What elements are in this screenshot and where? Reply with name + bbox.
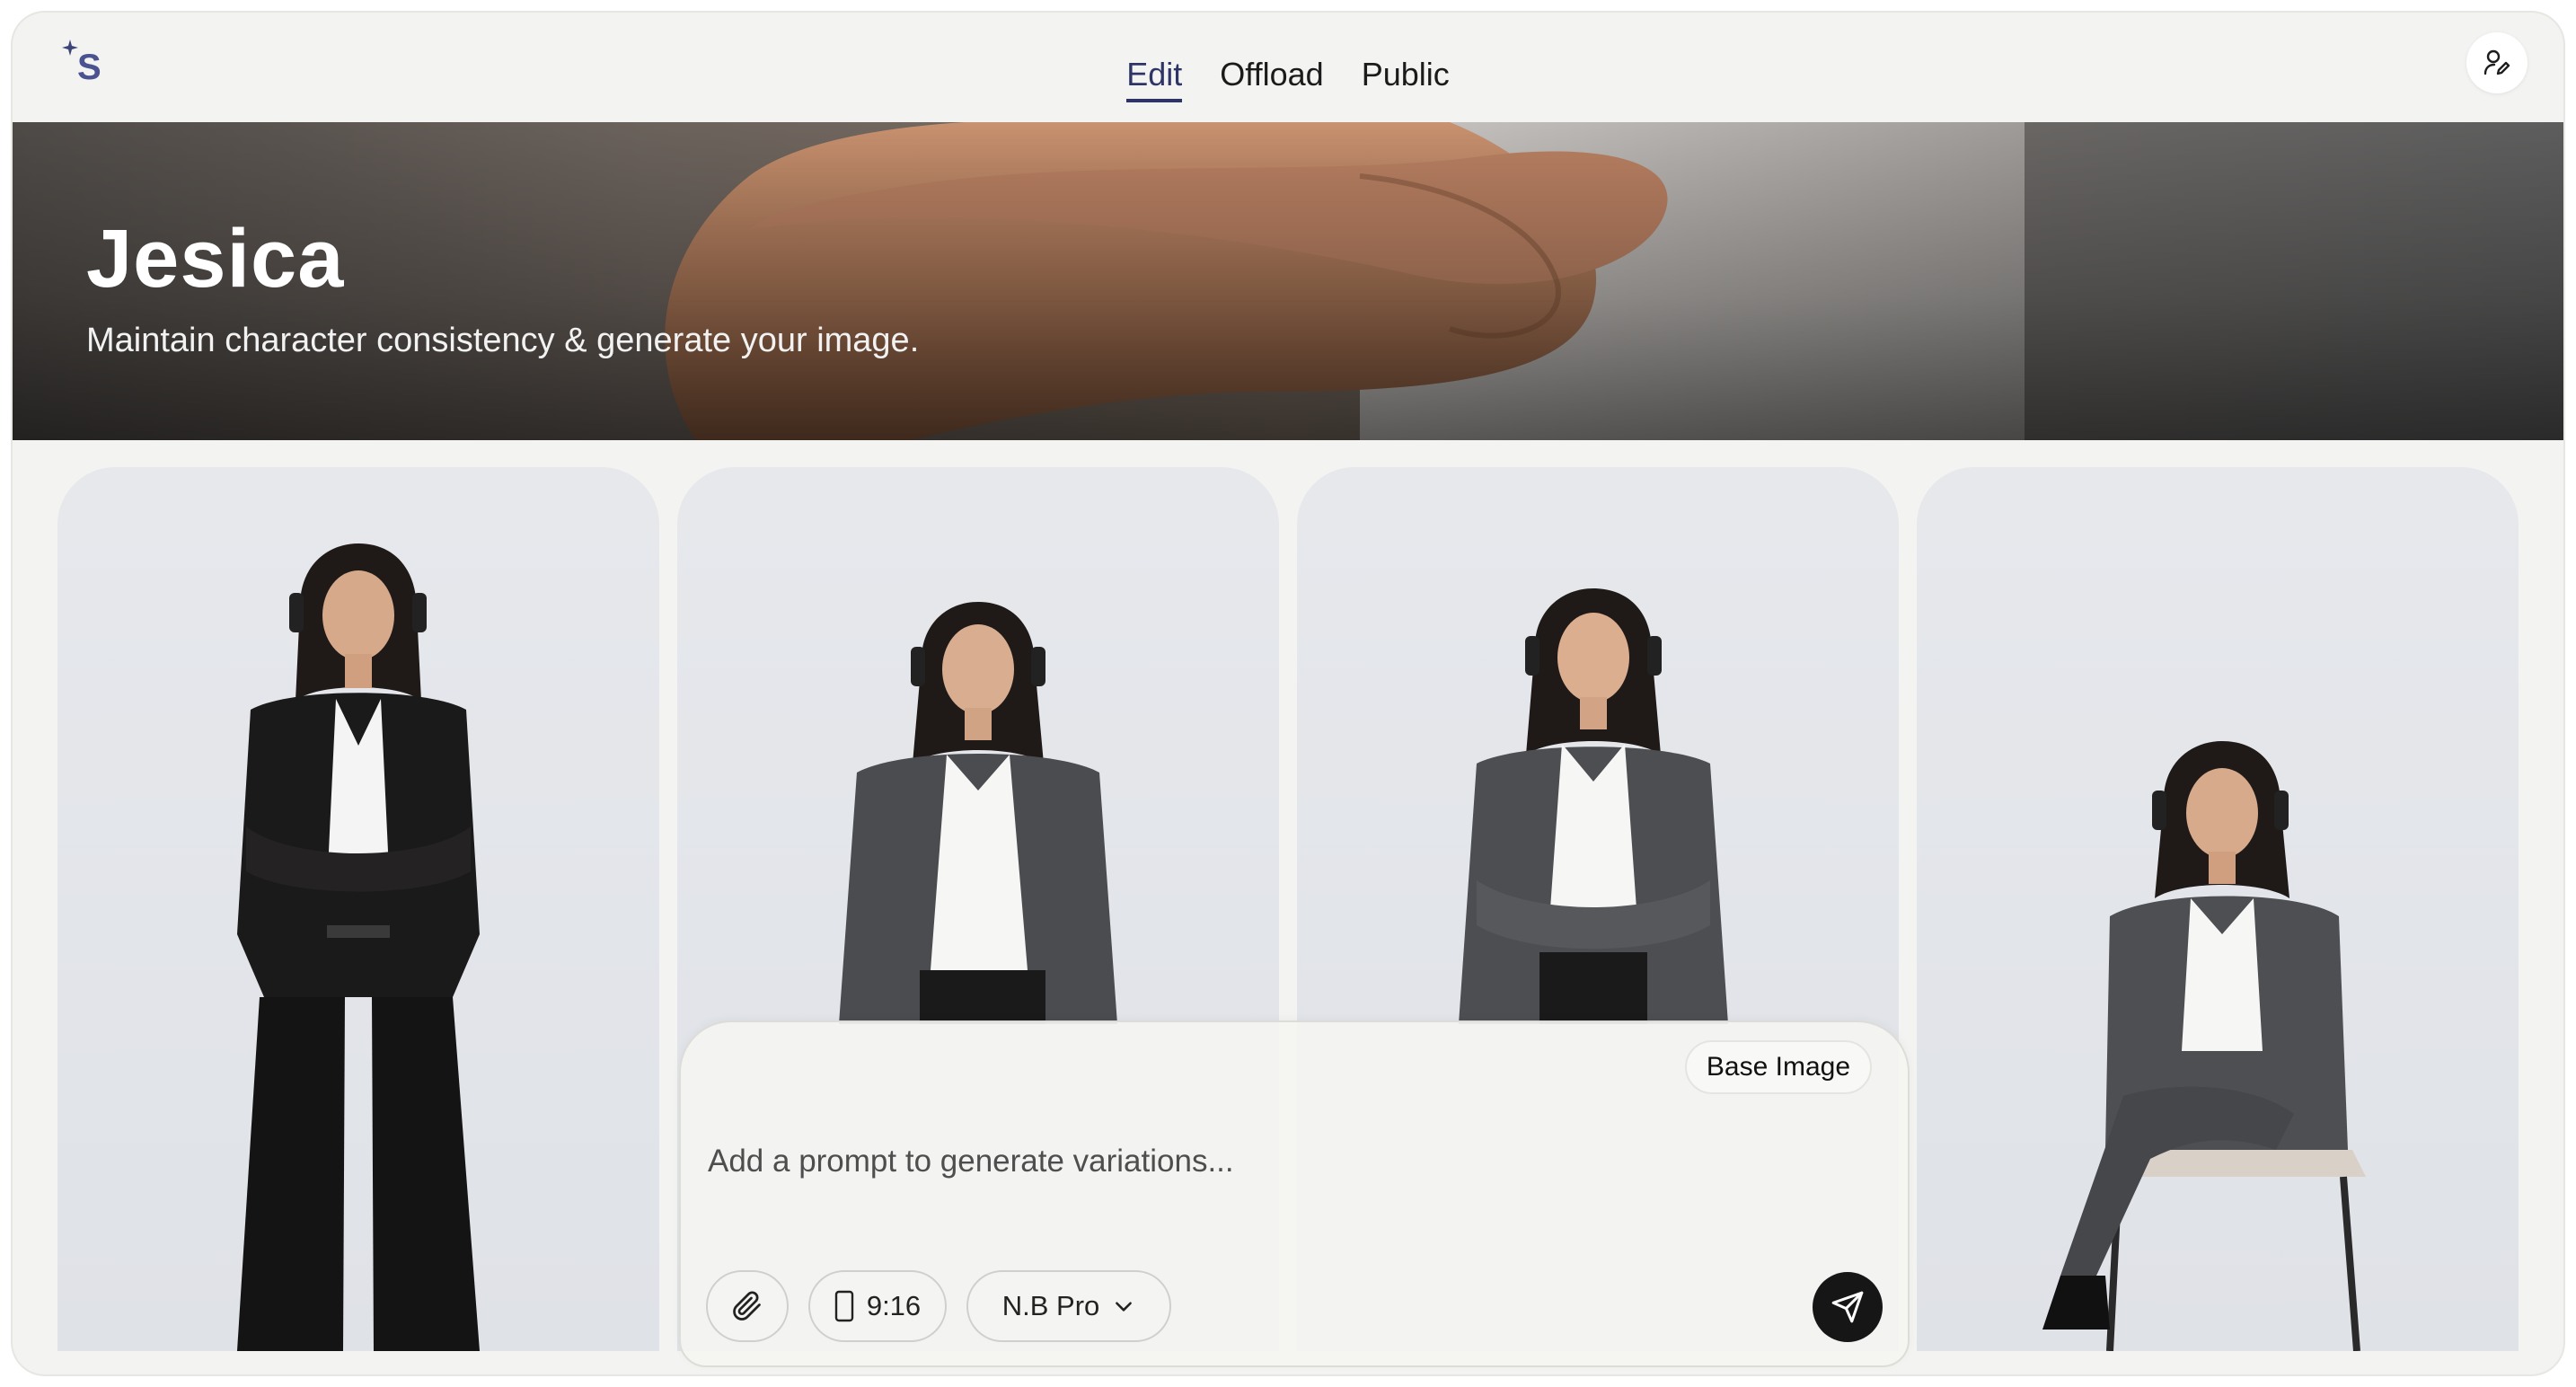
gallery-image-1[interactable] <box>57 467 659 1351</box>
prompt-composer: Base Image 9:16 N.B Pro <box>679 1020 1910 1367</box>
hero-banner: Jesica Maintain character consistency & … <box>13 122 2563 440</box>
phone-portrait-icon <box>834 1290 854 1322</box>
paperclip-icon <box>733 1291 761 1321</box>
attach-button[interactable] <box>706 1270 789 1342</box>
aspect-ratio-label: 9:16 <box>866 1290 922 1321</box>
tab-edit[interactable]: Edit <box>1126 56 1183 102</box>
user-profile-button[interactable] <box>2466 32 2527 93</box>
model-select-label: N.B Pro <box>1001 1290 1100 1321</box>
top-bar: S Edit Offload Public <box>13 13 2563 122</box>
app-window: S Edit Offload Public Jesica Maintain ch… <box>13 13 2563 1374</box>
page-subtitle: Maintain character consistency & generat… <box>86 322 920 359</box>
gallery-image-4[interactable] <box>1917 467 2519 1351</box>
model-select[interactable]: N.B Pro <box>966 1270 1171 1342</box>
base-image-chip[interactable]: Base Image <box>1684 1040 1872 1094</box>
prompt-input[interactable] <box>708 1130 1696 1193</box>
main-nav: Edit Offload Public <box>13 56 2563 102</box>
send-arrow-icon <box>1831 1291 1864 1323</box>
aspect-ratio-button[interactable]: 9:16 <box>808 1270 947 1342</box>
chevron-down-icon <box>1116 1302 1133 1312</box>
send-button[interactable] <box>1813 1272 1883 1342</box>
tab-public[interactable]: Public <box>1362 56 1450 102</box>
banner-overlay <box>13 122 2563 440</box>
tab-offload[interactable]: Offload <box>1220 56 1323 102</box>
user-edit-icon <box>2483 49 2510 75</box>
page-title: Jesica <box>86 213 345 305</box>
